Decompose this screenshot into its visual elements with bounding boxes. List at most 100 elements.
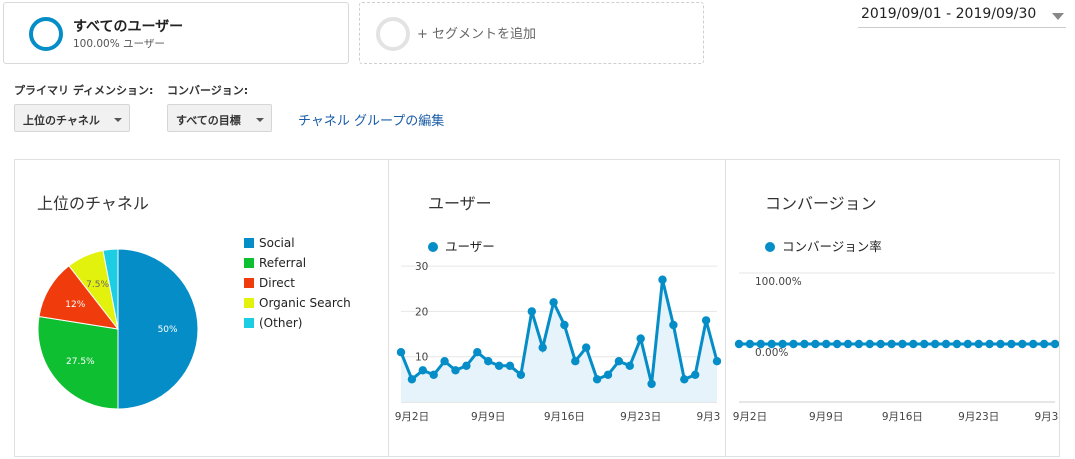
data-point xyxy=(407,375,417,384)
users-series-legend: ユーザー xyxy=(428,236,495,255)
caret-down-icon xyxy=(1052,13,1064,20)
data-point xyxy=(789,339,798,349)
data-point xyxy=(800,339,809,349)
legend-swatch xyxy=(244,238,254,248)
users-line-chart: 10 20 30 9月2日 9月9日 9月16日 9月23日 9月30日 xyxy=(395,262,721,423)
data-point xyxy=(527,307,536,316)
primary-dimension-label: プライマリ ディメンション: xyxy=(14,84,154,97)
data-point xyxy=(440,357,449,366)
data-point xyxy=(560,320,569,330)
data-point xyxy=(538,343,547,352)
y-tick-label: 100.00% xyxy=(755,276,802,288)
data-point xyxy=(887,339,896,349)
report-panels: 上位のチャネル 50% 27.5% 12% 7.5% Social Referral … xyxy=(14,159,1060,457)
data-point xyxy=(832,339,842,349)
legend-item-referral: Referral xyxy=(244,256,306,270)
conversion-line-chart: 9月2日 9月9日 9月16日 9月23日 9月30日 100.00% 0.00% xyxy=(733,272,1059,423)
data-point xyxy=(451,366,460,375)
y-tick-label: 0.00% xyxy=(755,347,788,359)
series-dot-icon xyxy=(428,242,438,252)
data-point xyxy=(898,339,907,349)
data-point xyxy=(1018,339,1027,349)
data-point xyxy=(756,339,765,349)
channels-panel-title: 上位のチャネル xyxy=(37,194,149,213)
x-tick-label: 9月23日 xyxy=(958,411,999,423)
data-point xyxy=(625,361,634,370)
panel-divider xyxy=(725,160,726,456)
data-point xyxy=(484,357,493,366)
conversion-panel-title: コンバージョン xyxy=(765,194,877,213)
data-point xyxy=(963,339,972,349)
segment-title: すべてのユーザー xyxy=(73,19,184,35)
x-tick-label: 9月9日 xyxy=(809,411,843,423)
legend-swatch xyxy=(244,318,254,328)
data-point xyxy=(745,339,755,349)
data-point xyxy=(822,339,831,349)
data-point xyxy=(909,339,918,349)
pie-slice-label: 12% xyxy=(65,300,85,310)
x-tick-label: 9月9日 xyxy=(471,411,505,423)
primary-dimension-dropdown[interactable]: 上位のチャネル xyxy=(14,104,130,132)
data-point xyxy=(811,339,820,349)
data-point xyxy=(701,316,711,325)
date-range-picker[interactable]: 2019/09/01 - 2019/09/30 xyxy=(858,4,1066,28)
data-point xyxy=(974,339,983,349)
data-point xyxy=(985,339,994,349)
edit-channel-group-link[interactable]: チャネル グループの編集 xyxy=(298,110,444,129)
legend-item-direct: Direct xyxy=(244,276,295,290)
caret-down-icon xyxy=(256,118,264,122)
x-tick-label: 9月2日 xyxy=(733,411,767,423)
data-point xyxy=(712,357,721,366)
data-point xyxy=(865,339,874,349)
x-tick-label: 9月30日 xyxy=(1034,411,1059,423)
y-tick-label: 30 xyxy=(415,262,428,273)
data-point xyxy=(680,375,689,384)
data-point xyxy=(658,275,667,284)
users-panel-title: ユーザー xyxy=(428,194,492,213)
segment-all-users[interactable]: すべてのユーザー 100.00% ユーザー xyxy=(3,2,349,64)
conversion-dropdown[interactable]: すべての目標 xyxy=(167,104,272,132)
data-point xyxy=(669,320,678,330)
data-point xyxy=(843,339,853,349)
data-point xyxy=(1007,339,1016,349)
legend-item-organic-search: Organic Search xyxy=(244,296,351,310)
series-area xyxy=(401,279,717,402)
panel-divider xyxy=(388,160,389,456)
data-point xyxy=(636,334,645,343)
data-point xyxy=(418,366,427,375)
data-point xyxy=(854,339,864,349)
x-tick-label: 9月2日 xyxy=(395,411,429,423)
data-point xyxy=(582,343,591,352)
segment-subtitle: 100.00% ユーザー xyxy=(73,38,165,50)
x-tick-label: 9月23日 xyxy=(620,411,661,423)
series-dot-icon xyxy=(765,242,775,252)
data-point xyxy=(876,339,885,349)
data-point xyxy=(734,339,744,349)
data-point xyxy=(462,361,471,370)
pie-slice-label: 7.5% xyxy=(86,280,109,290)
y-tick-label: 10 xyxy=(415,352,428,364)
data-point xyxy=(691,370,700,379)
data-point xyxy=(767,339,776,349)
data-point xyxy=(920,339,929,349)
data-point xyxy=(1039,339,1049,349)
data-point xyxy=(778,339,787,349)
legend-swatch xyxy=(244,298,254,308)
data-point xyxy=(996,339,1005,349)
y-tick-label: 20 xyxy=(415,306,428,318)
x-tick-label: 9月30日 xyxy=(696,411,721,423)
segment-ring-icon xyxy=(29,17,63,51)
date-range-label: 2019/09/01 - 2019/09/30 xyxy=(861,6,1037,22)
conversion-label: コンバージョン: xyxy=(167,84,249,97)
empty-segment-ring-icon xyxy=(376,17,410,51)
data-point xyxy=(396,348,406,357)
data-point xyxy=(549,298,558,307)
data-point xyxy=(614,357,624,366)
conversion-value: すべての目標 xyxy=(176,114,241,127)
add-segment-label: + セグメントを追加 xyxy=(417,27,537,42)
channels-pie-chart: 50% 27.5% 12%7.5% xyxy=(37,248,199,410)
add-segment-button[interactable]: + セグメントを追加 xyxy=(359,2,704,64)
conversion-series-legend: コンバージョン率 xyxy=(765,236,882,255)
legend-swatch xyxy=(244,258,254,268)
legend-item-social: Social xyxy=(244,236,295,250)
